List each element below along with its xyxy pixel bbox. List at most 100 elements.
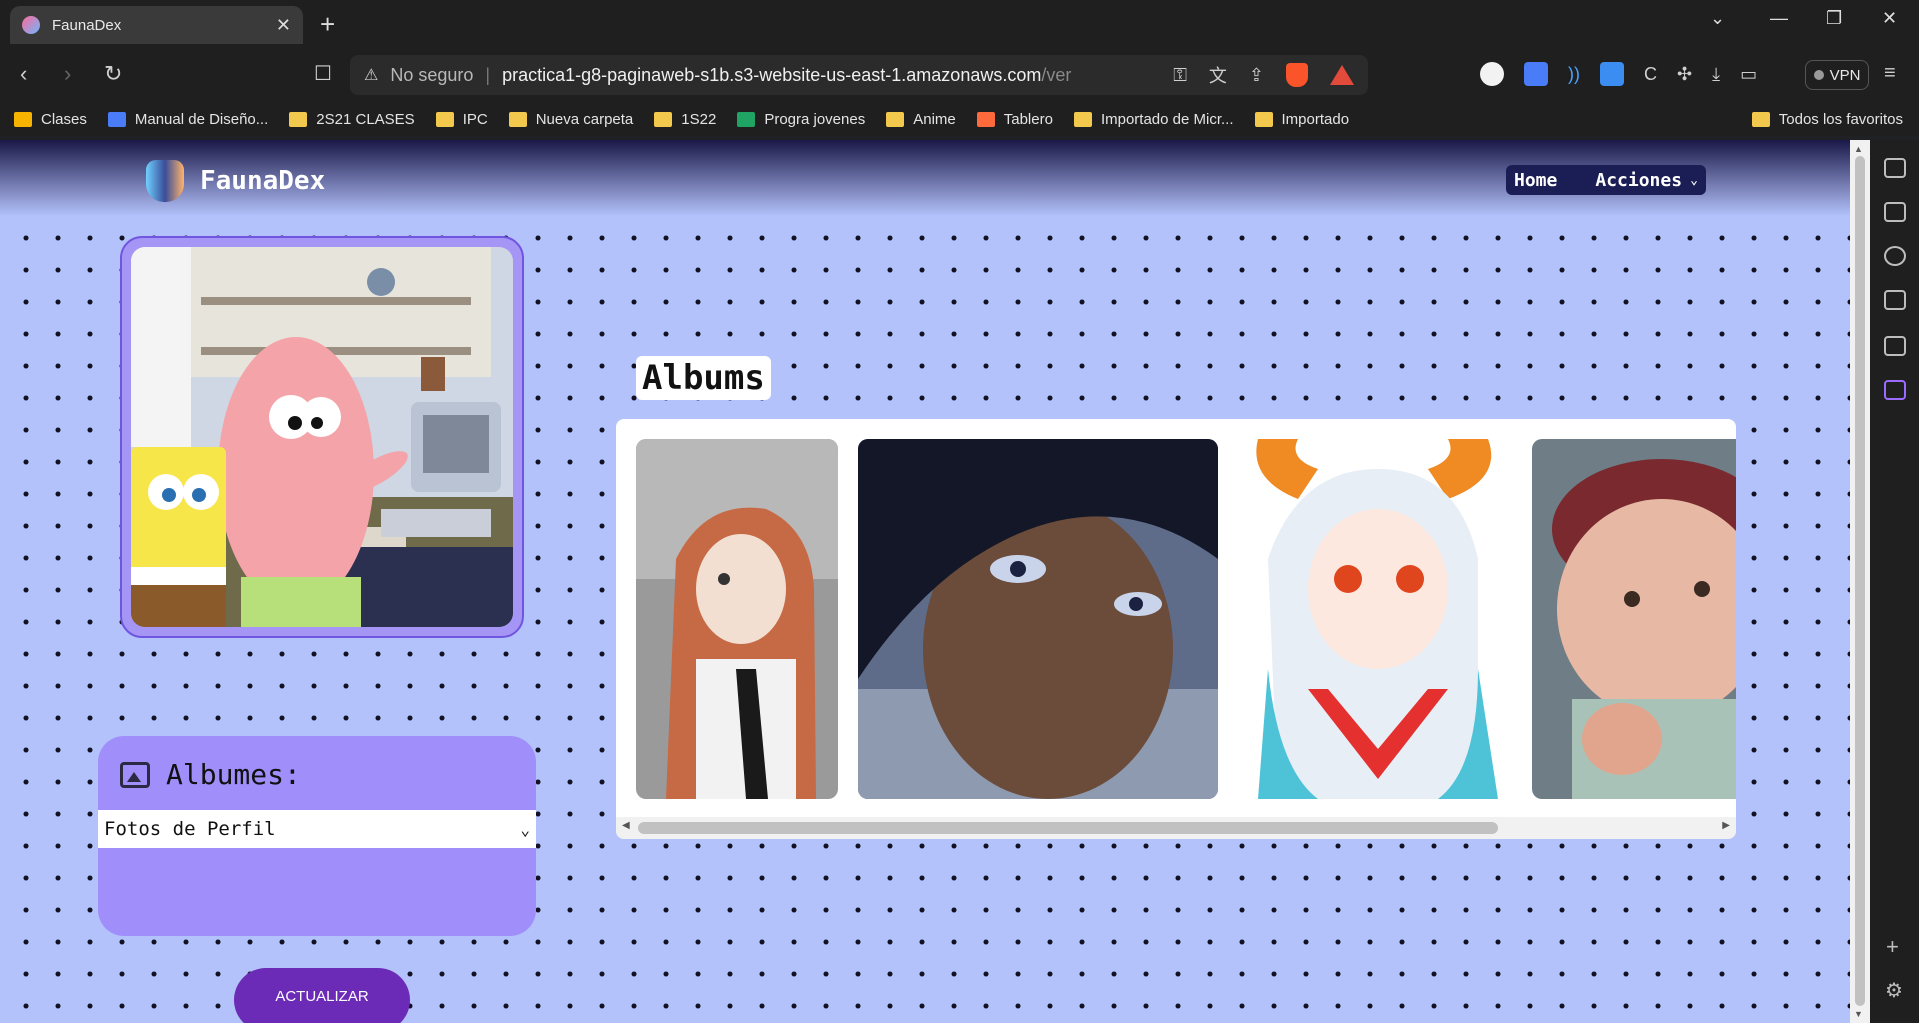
google-translate-icon[interactable] [1524,62,1548,86]
scroll-up-icon[interactable]: ▲ [1854,144,1863,154]
update-button[interactable]: ACTUALIZAR [234,968,410,1023]
main-nav: Home Acciones ⌄ [1506,165,1706,195]
albums-heading: Albums [636,356,771,400]
add-panel-icon[interactable]: + [1886,934,1899,960]
folder-icon [654,111,673,127]
tab-close-icon[interactable]: ✕ [276,15,291,36]
code-extension-icon[interactable]: C [1644,64,1657,85]
tab-faunadex[interactable]: FaunaDex ✕ [10,6,303,44]
horned-anime-girl-photo [1238,439,1512,799]
translate-icon[interactable]: 文 [1209,62,1227,88]
extension-panel-icon[interactable] [1884,380,1906,400]
faunadex-favicon-icon [22,16,40,34]
nav-home-link[interactable]: Home [1514,170,1557,191]
window-close-icon[interactable]: ✕ [1882,8,1897,29]
albums-selector-card: Albumes: Fotos de Perfil ⌄ [98,736,536,936]
bookmark-item[interactable]: 1S22 [654,111,716,128]
gallery-scroll-thumb[interactable] [638,822,1498,834]
nav-actions-label: Acciones [1595,169,1683,191]
bookmark-item[interactable]: Nueva carpeta [508,111,633,128]
reading-list-icon[interactable] [1884,336,1906,356]
classroom-icon [14,111,32,127]
bookmark-label: Progra jovenes [764,110,866,128]
key-icon[interactable]: ⚿ [1173,65,1187,86]
new-tab-button[interactable]: + [320,10,335,38]
albums-gallery: ◀ ▶ [616,419,1736,839]
vpn-button[interactable]: VPN [1805,60,1869,90]
folder-icon [435,111,454,127]
vpn-status-dot [1813,70,1824,80]
album-photo-3[interactable] [1238,439,1512,799]
album-photo-2[interactable] [858,439,1218,799]
album-photo-1[interactable] [636,439,838,799]
wallet-panel-icon[interactable] [1884,202,1906,222]
bookmark-item[interactable]: 2S21 CLASES [289,110,415,128]
bookmark-item[interactable]: Anime [886,111,956,128]
warning-icon: ⚠ [364,67,379,84]
scroll-left-icon[interactable]: ◀ [622,820,630,831]
folder-icon [886,111,905,127]
bookmark-item[interactable]: Manual de Diseño... [107,111,268,128]
album-photo-4[interactable] [1532,439,1736,799]
bookmark-item[interactable]: Clases [14,111,87,128]
settings-gear-icon[interactable]: ⚙ [1885,978,1903,1003]
download-icon[interactable]: ⤓ [1712,64,1720,85]
wallet-icon[interactable]: ▭ [1740,64,1757,85]
profile-picture [131,247,513,627]
tab-search-icon[interactable]: ⌄ [1710,8,1725,29]
tab-strip: FaunaDex ✕ + ⌄ — ❐ ✕ [0,0,1919,48]
sheets-icon [737,111,756,127]
bookmark-item[interactable]: Importado [1254,110,1350,128]
address-separator: | [485,64,491,85]
scroll-down-icon[interactable]: ▼ [1854,1009,1863,1019]
image-gallery-icon [120,761,150,788]
share-icon[interactable]: ⇪ [1249,65,1264,86]
bookmark-icon[interactable]: ☐ [314,61,332,86]
page-vertical-scrollbar[interactable]: ▲ ▼ [1850,140,1870,1023]
reload-icon[interactable]: ↻ [104,61,122,87]
album-select[interactable]: Fotos de Perfil ⌄ [98,810,536,848]
bookmark-label: Anime [913,110,956,128]
minimize-icon[interactable]: — [1770,8,1788,29]
lock-extension-icon[interactable] [1600,62,1624,86]
bookmark-label: 2S21 CLASES [316,110,415,128]
restore-icon[interactable]: ❐ [1826,8,1842,29]
album-select-value: Fotos de Perfil [104,818,276,840]
brand-logo-link[interactable]: FaunaDex [146,160,325,202]
scroll-right-icon[interactable]: ▶ [1722,820,1730,831]
url-path: /ver [1041,64,1072,85]
faunadex-logo-icon [146,160,184,202]
albums-card-header: Albumes: [120,758,301,791]
brave-rewards-icon[interactable] [1330,65,1354,85]
bookmark-label: Importado de Micr... [1100,110,1234,128]
forward-icon[interactable]: › [64,61,71,87]
nav-actions-dropdown[interactable]: Acciones ⌄ [1595,170,1698,191]
gallery-horizontal-scrollbar[interactable]: ◀ ▶ [616,817,1736,839]
address-bar[interactable]: ⚠ No seguro | practica1-g8-paginaweb-s1b… [350,55,1368,95]
bookmark-item[interactable]: Tablero [976,110,1053,128]
albums-label: Albumes: [166,758,301,791]
bookmark-label: Importado [1281,110,1350,128]
bookmark-label: Tablero [1003,110,1053,128]
read-aloud-icon[interactable]: )) [1568,64,1580,85]
bookmarks-panel-icon[interactable] [1884,290,1906,310]
extension-mask-icon[interactable] [1480,62,1504,86]
bookmark-label: Todos los favoritos [1778,110,1903,128]
profile-picture-frame [120,236,524,638]
bookmark-item[interactable]: IPC [435,111,488,128]
security-label: No seguro [390,64,474,85]
menu-icon[interactable]: ≡ [1884,62,1896,85]
vpn-label: VPN [1829,66,1861,84]
leo-ai-icon[interactable] [1884,246,1906,266]
back-icon[interactable]: ‹ [20,61,27,87]
orange-haired-anime-woman-photo [636,439,838,799]
bookmark-all-favorites[interactable]: Todos los favoritos [1751,102,1903,136]
media-icon[interactable] [1884,158,1906,178]
browser-toolbar: ‹ › ↻ ☐ ⚠ No seguro | practica1-g8-pagin… [0,48,1919,102]
extensions-puzzle-icon[interactable]: ✣ [1677,64,1692,85]
page-scroll-thumb[interactable] [1855,156,1865,1006]
url-host: practica1-g8-paginaweb-s1b.s3-website-us… [502,64,1042,85]
bookmark-item[interactable]: Progra jovenes [737,111,865,128]
brave-shields-icon[interactable] [1286,63,1308,87]
bookmark-item[interactable]: Importado de Micr... [1073,110,1234,128]
